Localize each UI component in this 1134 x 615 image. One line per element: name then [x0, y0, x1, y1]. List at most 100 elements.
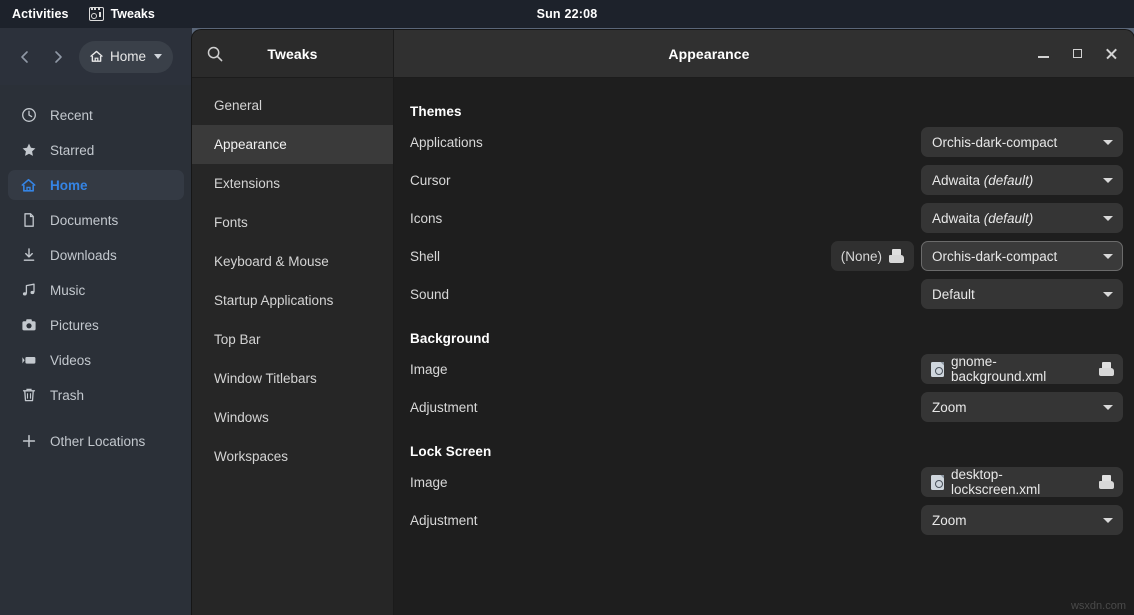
sidebar-item-label: Home	[50, 178, 88, 193]
shell-theme-dropdown[interactable]: Orchis-dark-compact	[921, 241, 1123, 271]
cursor-theme-dropdown[interactable]: Adwaita (default)	[921, 165, 1123, 195]
nav-item-label: Windows	[214, 410, 269, 425]
sidebar-item-label: Music	[50, 283, 85, 298]
dropdown-value: Adwaita (default)	[932, 173, 1033, 188]
sidebar-item-downloads[interactable]: Downloads	[8, 240, 184, 270]
close-icon	[1105, 47, 1118, 60]
tweaks-window: Tweaks Appearance General Appearance Ext…	[192, 30, 1134, 615]
sidebar-item-recent[interactable]: Recent	[8, 100, 184, 130]
setting-row-icons: Icons Adwaita (default)	[409, 199, 1123, 237]
dropdown-value: Orchis-dark-compact	[932, 249, 1057, 264]
nav-item-label: General	[214, 98, 262, 113]
camera-icon	[20, 317, 37, 334]
setting-label: Adjustment	[409, 400, 921, 415]
file-name: gnome-background.xml	[951, 354, 1092, 384]
setting-row-background-image: Image gnome-background.xml	[409, 350, 1123, 388]
back-button[interactable]	[9, 41, 40, 72]
desktop-screen: Activities Tweaks Sun 22:08	[0, 0, 1134, 615]
applications-theme-dropdown[interactable]: Orchis-dark-compact	[921, 127, 1123, 157]
nav-item-top-bar[interactable]: Top Bar	[192, 320, 393, 359]
file-chooser-label: (None)	[841, 249, 882, 264]
setting-row-background-adjustment: Adjustment Zoom	[409, 388, 1123, 426]
forward-button[interactable]	[42, 41, 73, 72]
sidebar-item-label: Pictures	[50, 318, 99, 333]
background-adjustment-dropdown[interactable]: Zoom	[921, 392, 1123, 422]
nav-item-workspaces[interactable]: Workspaces	[192, 437, 393, 476]
chevron-right-icon	[50, 49, 66, 65]
sidebar-item-label: Recent	[50, 108, 93, 123]
minimize-button[interactable]	[1026, 37, 1060, 71]
sound-theme-dropdown[interactable]: Default	[921, 279, 1123, 309]
section-heading-lock-screen: Lock Screen	[410, 444, 1123, 459]
activities-button[interactable]: Activities	[0, 0, 79, 28]
sidebar-item-trash[interactable]: Trash	[8, 380, 184, 410]
maximize-button[interactable]	[1060, 37, 1094, 71]
video-camera-icon	[20, 352, 37, 369]
background-image-file-chooser[interactable]: gnome-background.xml	[921, 354, 1123, 384]
nav-item-keyboard-mouse[interactable]: Keyboard & Mouse	[192, 242, 393, 281]
setting-row-cursor: Cursor Adwaita (default)	[409, 161, 1123, 199]
lockscreen-image-file-chooser[interactable]: desktop-lockscreen.xml	[921, 467, 1123, 497]
nav-item-fonts[interactable]: Fonts	[192, 203, 393, 242]
sidebar-item-music[interactable]: Music	[8, 275, 184, 305]
setting-label: Sound	[409, 287, 921, 302]
xml-file-icon	[931, 362, 944, 377]
setting-label: Applications	[409, 135, 921, 150]
nav-item-label: Appearance	[214, 137, 287, 152]
sidebar-item-pictures[interactable]: Pictures	[8, 310, 184, 340]
sidebar-item-starred[interactable]: Starred	[8, 135, 184, 165]
dropdown-value: Default	[932, 287, 975, 302]
tweaks-headerbar: Tweaks Appearance	[192, 30, 1134, 78]
appearance-settings-panel: Themes Applications Orchis-dark-compact …	[395, 78, 1134, 615]
app-menu-button[interactable]: Tweaks	[79, 0, 165, 28]
nav-item-startup-applications[interactable]: Startup Applications	[192, 281, 393, 320]
minimize-icon	[1038, 56, 1049, 58]
nav-item-windows[interactable]: Windows	[192, 398, 393, 437]
download-icon	[20, 247, 37, 264]
sidebar-item-label: Trash	[50, 388, 84, 403]
tweaks-sidebar-header: Tweaks	[192, 30, 394, 77]
setting-label: Icons	[409, 211, 921, 226]
nav-item-label: Fonts	[214, 215, 248, 230]
clock-label: Sun 22:08	[0, 7, 1134, 21]
nav-item-window-titlebars[interactable]: Window Titlebars	[192, 359, 393, 398]
open-file-icon	[889, 249, 904, 263]
chevron-down-icon	[154, 54, 162, 59]
open-file-icon	[1099, 362, 1114, 376]
setting-row-lockscreen-image: Image desktop-lockscreen.xml	[409, 463, 1123, 501]
sidebar-item-videos[interactable]: Videos	[8, 345, 184, 375]
setting-label: Shell	[409, 249, 831, 264]
chevron-down-icon	[1103, 405, 1113, 410]
tweaks-content-header: Appearance	[394, 30, 1134, 77]
setting-row-lockscreen-adjustment: Adjustment Zoom	[409, 501, 1123, 539]
page-title: Appearance	[394, 46, 1134, 62]
nav-item-general[interactable]: General	[192, 86, 393, 125]
music-note-icon	[20, 282, 37, 299]
sidebar-item-other-locations[interactable]: Other Locations	[8, 426, 184, 456]
sidebar-item-documents[interactable]: Documents	[8, 205, 184, 235]
nav-item-appearance[interactable]: Appearance	[192, 125, 393, 164]
search-icon[interactable]	[205, 44, 225, 64]
file-manager-headerbar: Home	[0, 28, 192, 85]
chevron-down-icon	[1103, 518, 1113, 523]
places-sidebar: Recent Starred Home	[0, 85, 192, 615]
window-controls	[1026, 30, 1128, 77]
icons-theme-dropdown[interactable]: Adwaita (default)	[921, 203, 1123, 233]
trash-icon	[20, 387, 37, 404]
path-bar-home-button[interactable]: Home	[79, 41, 173, 73]
lockscreen-adjustment-dropdown[interactable]: Zoom	[921, 505, 1123, 535]
setting-label: Image	[409, 475, 921, 490]
sidebar-item-label: Documents	[50, 213, 118, 228]
shell-theme-file-chooser-button[interactable]: (None)	[831, 241, 914, 271]
chevron-down-icon	[1103, 254, 1113, 259]
chevron-down-icon	[1103, 178, 1113, 183]
watermark: wsxdn.com	[1071, 600, 1126, 612]
plus-icon	[20, 433, 37, 450]
setting-label: Image	[409, 362, 921, 377]
nav-item-extensions[interactable]: Extensions	[192, 164, 393, 203]
sidebar-item-home[interactable]: Home	[8, 170, 184, 200]
chevron-down-icon	[1103, 292, 1113, 297]
close-button[interactable]	[1094, 37, 1128, 71]
clock-icon	[20, 107, 37, 124]
setting-label: Adjustment	[409, 513, 921, 528]
